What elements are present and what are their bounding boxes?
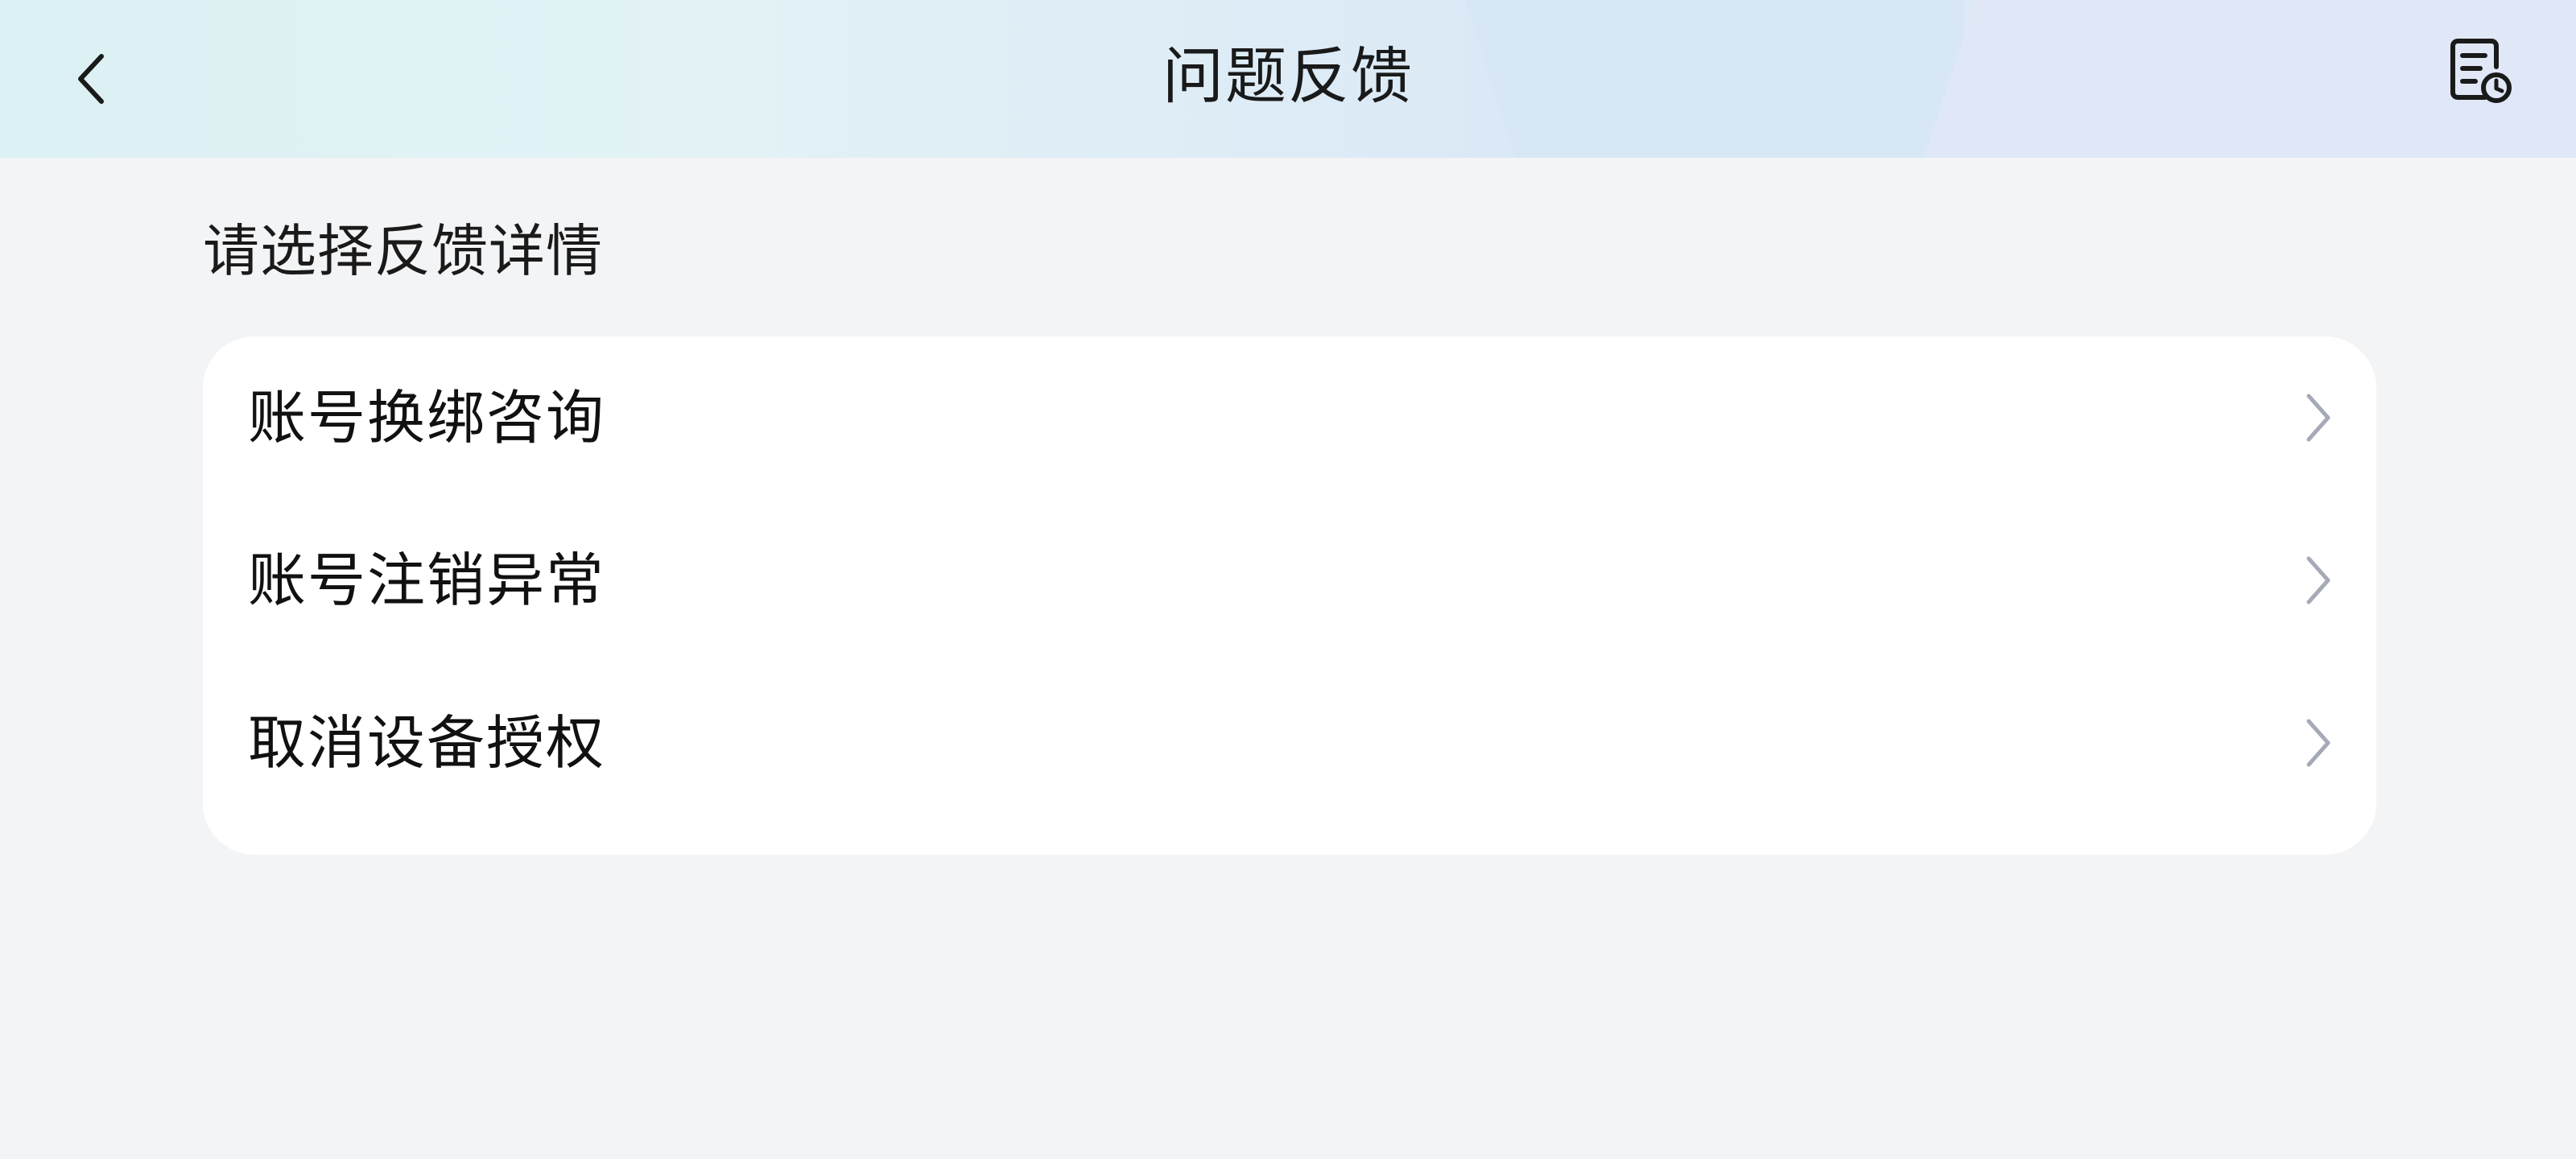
back-button[interactable] xyxy=(50,39,130,119)
chevron-right-icon xyxy=(2294,711,2343,775)
option-label: 账号注销异常 xyxy=(248,547,606,614)
chevron-right-icon xyxy=(2294,548,2343,612)
option-label: 账号换绑咨询 xyxy=(248,384,606,452)
option-revoke-device[interactable]: 取消设备授权 xyxy=(203,662,2376,824)
option-label: 取消设备授权 xyxy=(248,709,606,777)
chevron-right-icon xyxy=(2294,386,2343,450)
option-account-rebind[interactable]: 账号换绑咨询 xyxy=(203,336,2376,499)
section-label: 请选择反馈详情 xyxy=(203,218,603,284)
header-bar: 问题反馈 xyxy=(0,0,2576,158)
option-account-deletion[interactable]: 账号注销异常 xyxy=(203,499,2376,662)
header-decoration xyxy=(1465,0,1964,158)
feedback-history-button[interactable] xyxy=(2439,31,2520,111)
chevron-left-icon xyxy=(78,54,104,104)
feedback-options-list: 账号换绑咨询 账号注销异常 取消设备授权 xyxy=(203,336,2376,855)
document-clock-icon xyxy=(2450,39,2512,103)
